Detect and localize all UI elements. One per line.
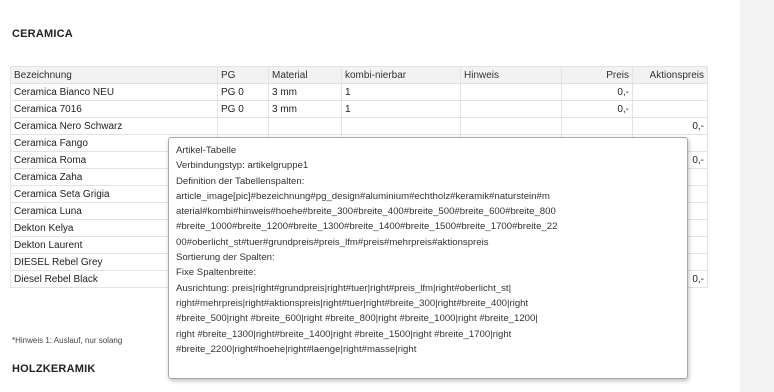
cell-aktionspreis — [632, 100, 708, 118]
table-header-row: Bezeichnung PG Material kombi-nierbar Hi… — [10, 66, 708, 84]
cell-material — [268, 117, 342, 135]
cell-pg: PG 0 — [217, 100, 269, 118]
table-definition-tooltip: Artikel-Tabelle Verbindungstyp: artikelg… — [168, 137, 688, 379]
cell-material: 3 mm — [268, 83, 342, 101]
column-header: PG — [217, 66, 269, 84]
tooltip-line: Sortierung der Spalten: — [176, 252, 275, 264]
column-header: Preis — [561, 66, 633, 84]
tooltip-line: #breite_500|right #breite_600|right #bre… — [176, 313, 538, 325]
section-title-holzkeramik: HOLZKERAMIK — [12, 363, 96, 375]
cell-bezeichnung: Ceramica 7016 — [10, 100, 218, 118]
tooltip-line: Fixe Spaltenbreite: — [176, 267, 256, 279]
column-header: Material — [268, 66, 342, 84]
column-header: Hinweis — [460, 66, 562, 84]
cell-pg — [217, 117, 269, 135]
tooltip-line: 00#oberlicht_st#tuer#grundpreis#preis_lf… — [176, 236, 489, 248]
cell-kombinierbar: 1 — [341, 100, 461, 118]
cell-aktionspreis — [632, 83, 708, 101]
tooltip-line: Verbindungstyp: artikelgruppe1 — [176, 160, 309, 172]
tooltip-line: right#mehrpreis|right#aktionspreis|right… — [176, 297, 529, 309]
column-header: kombi-nierbar — [341, 66, 461, 84]
cell-hinweis — [460, 100, 562, 118]
cell-kombinierbar: 1 — [341, 83, 461, 101]
cell-preis: 0,- — [561, 100, 633, 118]
section-title-ceramica: CERAMICA — [12, 28, 73, 40]
cell-preis — [561, 117, 633, 135]
tooltip-line: aterial#kombi#hinweis#hoehe#breite_300#b… — [176, 206, 556, 218]
right-gutter — [740, 0, 774, 392]
tooltip-line: Definition der Tabellenspalten: — [176, 175, 305, 187]
tooltip-line: article_image[pic]#bezeichnung#pg_design… — [176, 190, 550, 202]
tooltip-line: right #breite_1300|right#breite_1400|rig… — [176, 328, 512, 340]
column-header: Aktionspreis — [632, 66, 708, 84]
cell-pg: PG 0 — [217, 83, 269, 101]
cell-bezeichnung: Ceramica Bianco NEU — [10, 83, 218, 101]
table-row: Ceramica 7016 PG 0 3 mm 1 0,- — [10, 100, 708, 118]
cell-aktionspreis: 0,- — [632, 117, 708, 135]
table-row: Ceramica Nero Schwarz 0,- — [10, 117, 708, 135]
cell-preis: 0,- — [561, 83, 633, 101]
cell-hinweis — [460, 117, 562, 135]
column-header: Bezeichnung — [10, 66, 218, 84]
cell-hinweis — [460, 83, 562, 101]
cell-kombinierbar — [341, 117, 461, 135]
tooltip-line: #breite_2200|right#hoehe|right#laenge|ri… — [176, 343, 417, 355]
tooltip-line: Artikel-Tabelle — [176, 145, 237, 156]
cell-bezeichnung: Ceramica Nero Schwarz — [10, 117, 218, 135]
cell-material: 3 mm — [268, 100, 342, 118]
tooltip-line: #breite_1000#breite_1200#breite_1300#bre… — [176, 221, 558, 233]
table-row: Ceramica Bianco NEU PG 0 3 mm 1 0,- — [10, 83, 708, 101]
tooltip-line: Ausrichtung: preis|right#grundpreis|righ… — [176, 282, 512, 294]
footnote: *Hinweis 1: Auslauf, nur solang — [12, 336, 123, 345]
